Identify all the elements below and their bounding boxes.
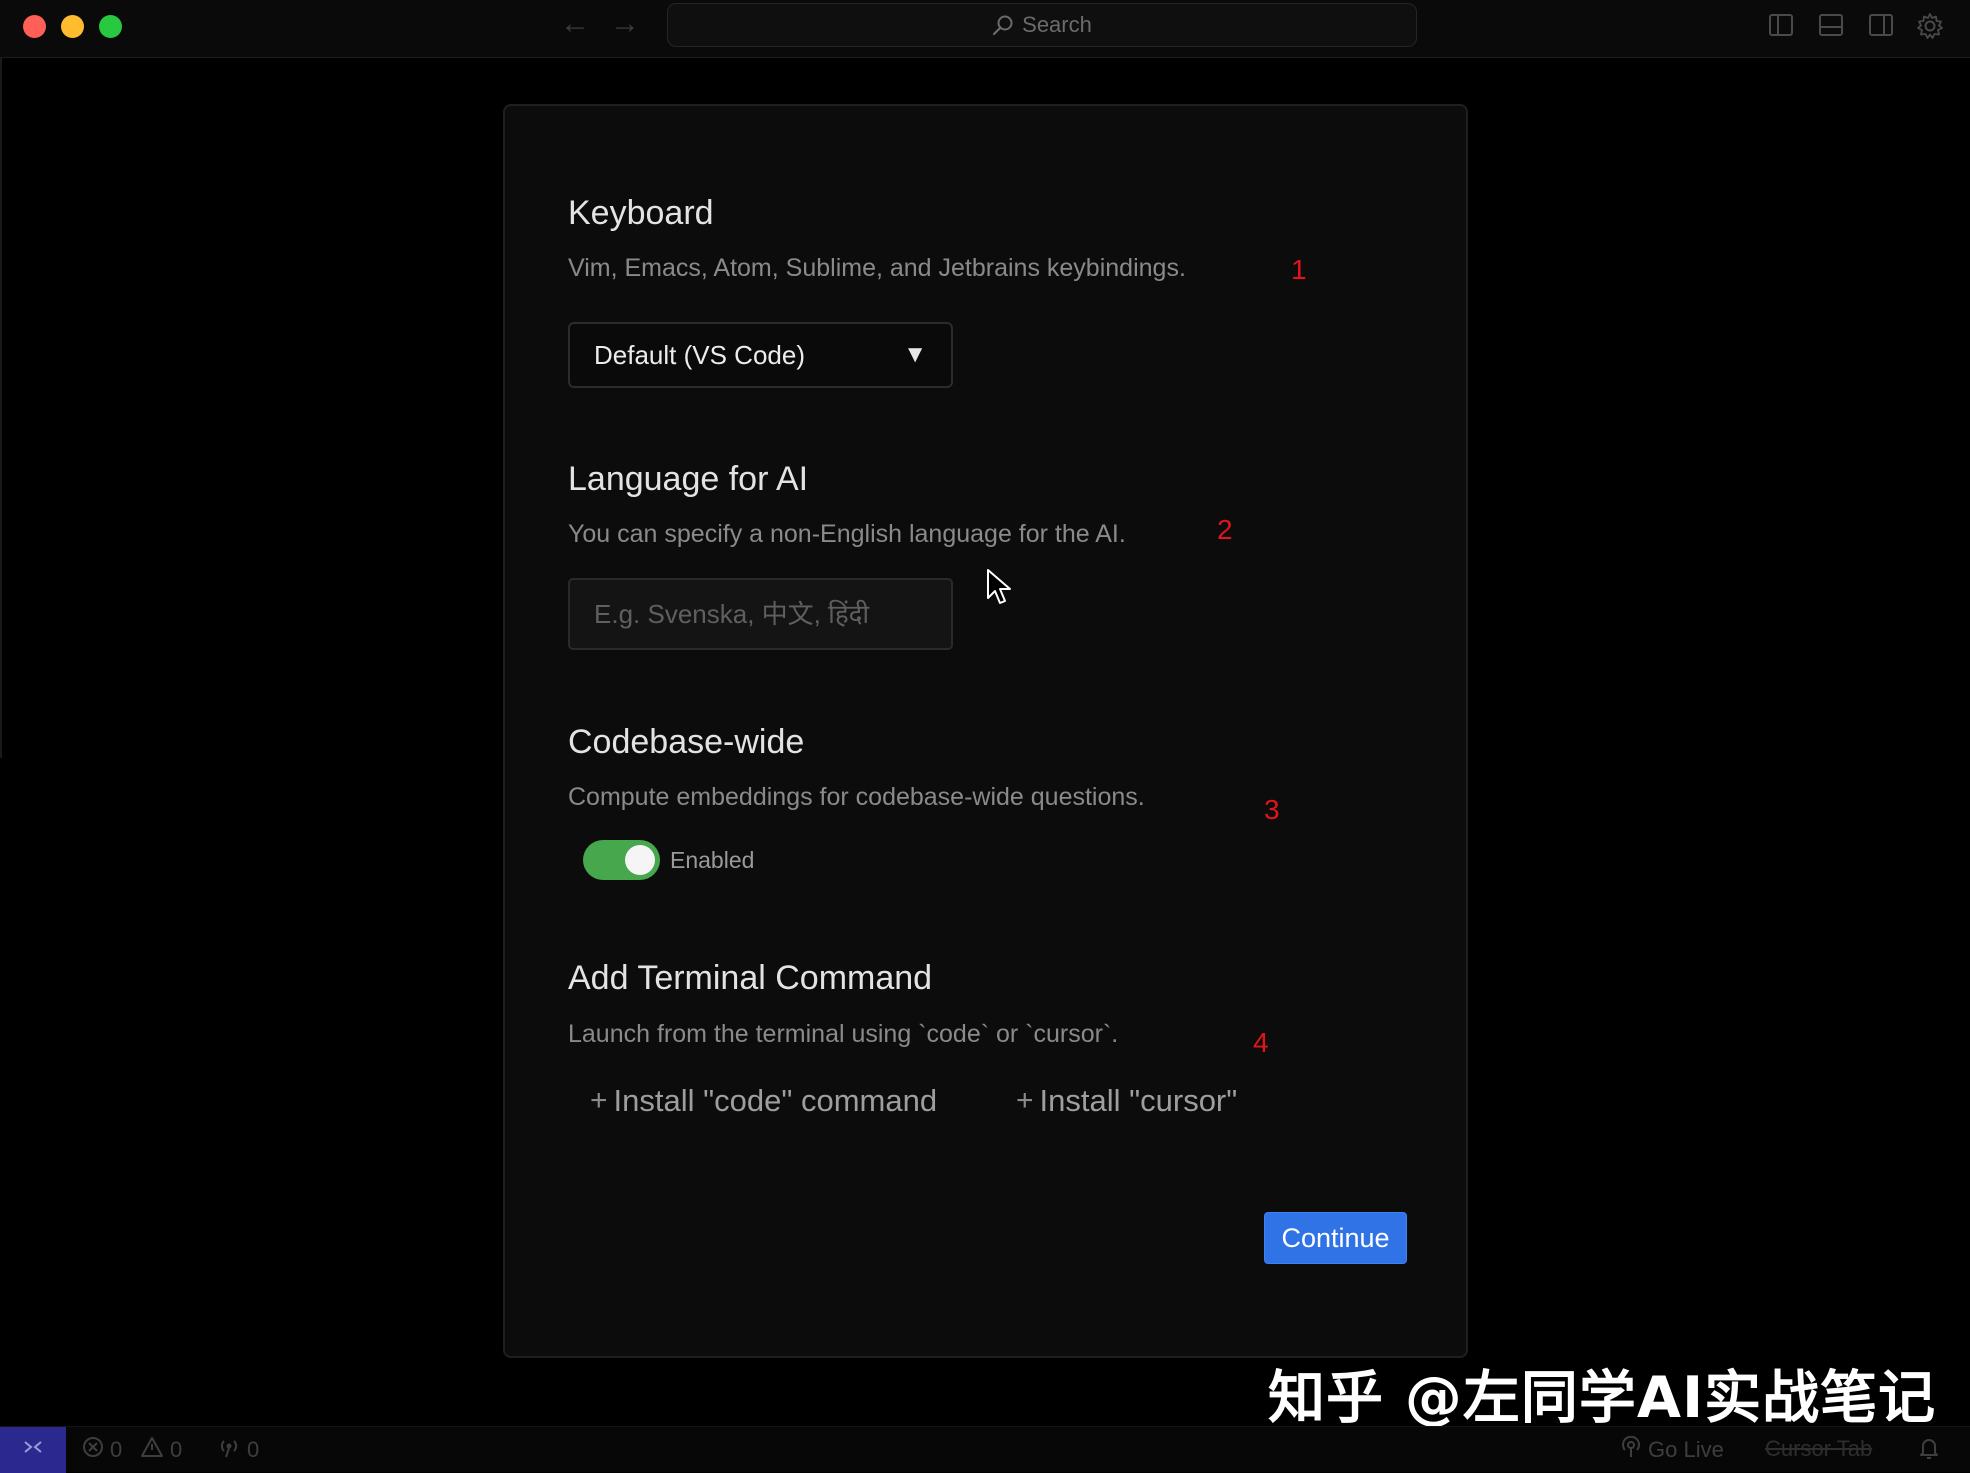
cursor-tab-status[interactable]: Cursor Tab [1765, 1436, 1872, 1462]
broadcast-icon [1620, 1435, 1642, 1464]
toggle-enabled-label: Enabled [670, 847, 755, 873]
toggle-primary-sidebar-icon[interactable] [1768, 12, 1794, 38]
plus-icon: + [590, 1084, 608, 1117]
keybinding-select[interactable]: Default (VS Code) ▼ [568, 322, 953, 388]
zhihu-watermark: 知乎 @左同学AI实战笔记 [1268, 1365, 1937, 1431]
terminal-title: Add Terminal Command [568, 959, 933, 997]
window-maximize-button[interactable] [99, 15, 122, 38]
remote-indicator-button[interactable] [0, 1427, 66, 1473]
keyboard-description: Vim, Emacs, Atom, Sublime, and Jetbrains… [568, 254, 1186, 282]
forwarded-ports[interactable]: 0 [217, 1436, 259, 1464]
settings-gear-icon[interactable] [1916, 12, 1943, 39]
ai-language-input[interactable] [568, 578, 953, 650]
terminal-description: Launch from the terminal using `code` or… [568, 1020, 1119, 1048]
command-center-search[interactable]: Search [667, 3, 1417, 47]
window-edge [0, 58, 2, 758]
remote-icon [22, 1436, 44, 1464]
problems-errors[interactable]: 0 [82, 1436, 122, 1464]
ports-count: 0 [247, 1437, 260, 1462]
continue-button[interactable]: Continue [1264, 1212, 1407, 1264]
search-label: Search [1022, 12, 1092, 37]
install-code-label: Install "code" command [613, 1083, 938, 1118]
broadcast-icon [217, 1436, 241, 1464]
install-cursor-command-button[interactable]: + Install "cursor" [1016, 1083, 1237, 1119]
title-bar: ← → Search [0, 0, 1970, 58]
install-code-command-button[interactable]: + Install "code" command [590, 1083, 937, 1119]
annotation-marker-2: 2 [1217, 514, 1233, 545]
mouse-pointer-icon [987, 569, 1011, 604]
notifications-bell-icon[interactable] [1918, 1436, 1940, 1460]
toggle-knob [625, 845, 655, 875]
onboarding-dialog: Keyboard Vim, Emacs, Atom, Sublime, and … [503, 104, 1468, 1358]
go-live-label: Go Live [1648, 1437, 1724, 1462]
annotation-marker-4: 4 [1253, 1027, 1269, 1058]
keybinding-selected-value: Default (VS Code) [594, 339, 805, 370]
install-cursor-label: Install "cursor" [1039, 1083, 1238, 1118]
warning-count: 0 [170, 1437, 183, 1462]
plus-icon: + [1016, 1084, 1034, 1117]
keyboard-title: Keyboard [568, 194, 714, 232]
window-minimize-button[interactable] [61, 15, 84, 38]
back-arrow-icon[interactable]: ← [560, 9, 590, 39]
chevron-down-icon: ▼ [903, 341, 927, 368]
language-description: You can specify a non-English language f… [568, 520, 1126, 548]
error-icon [82, 1436, 104, 1464]
error-count: 0 [110, 1437, 123, 1462]
warning-icon [140, 1436, 164, 1464]
annotation-marker-1: 1 [1291, 254, 1307, 285]
go-live-button[interactable]: Go Live [1620, 1435, 1724, 1464]
codebase-embeddings-toggle[interactable] [583, 840, 660, 880]
codebase-title: Codebase-wide [568, 723, 805, 761]
toggle-secondary-sidebar-icon[interactable] [1868, 12, 1894, 38]
language-title: Language for AI [568, 460, 809, 498]
search-icon [992, 14, 1014, 36]
problems-warnings[interactable]: 0 [140, 1436, 182, 1464]
toggle-panel-icon[interactable] [1818, 12, 1844, 38]
status-bar: 0 0 0 Go Live Cursor Tab [0, 1426, 1970, 1473]
codebase-description: Compute embeddings for codebase-wide que… [568, 783, 1145, 811]
forward-arrow-icon[interactable]: → [610, 9, 640, 39]
annotation-marker-3: 3 [1264, 794, 1280, 825]
window-close-button[interactable] [23, 15, 46, 38]
